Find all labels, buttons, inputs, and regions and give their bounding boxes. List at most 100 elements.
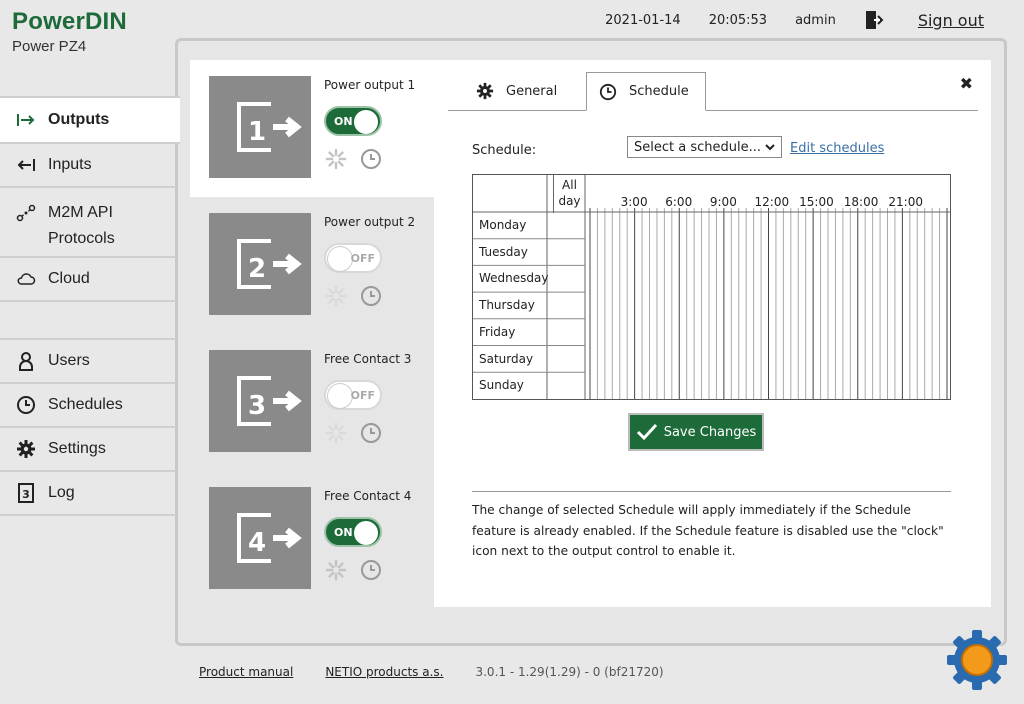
network-nodes-icon <box>16 203 36 223</box>
sidebar-item-outputs[interactable]: Outputs <box>0 96 180 144</box>
device-model: Power PZ4 <box>12 38 87 55</box>
day-label: Sunday <box>479 378 524 393</box>
output-3-graphic: 3 <box>209 350 311 452</box>
svg-text:3: 3 <box>22 488 30 501</box>
schedule-clock-icon[interactable] <box>360 422 382 448</box>
checkmark-icon <box>636 423 657 441</box>
schedule-clock-icon[interactable] <box>360 148 382 174</box>
output-name: Power output 2 <box>324 215 416 229</box>
toggle-state: OFF <box>350 252 375 265</box>
output-number: 2 <box>248 254 266 284</box>
output-item-3[interactable]: 3 Free Contact 3 OFF <box>190 334 435 471</box>
company-link[interactable]: NETIO products a.s. <box>325 665 443 679</box>
spinner-icon[interactable] <box>325 422 347 448</box>
date-display: 2021-01-14 <box>605 12 681 28</box>
time-display: 20:05:53 <box>708 12 768 28</box>
sidebar-item-label: Log <box>48 484 75 501</box>
toggle-state: OFF <box>350 389 375 402</box>
sidebar-item-cloud[interactable]: Cloud <box>0 258 176 302</box>
close-icon[interactable]: ✖ <box>960 74 973 93</box>
output-1-graphic: 1 <box>209 76 311 178</box>
schedule-clock-icon[interactable] <box>360 559 382 585</box>
version-text: 3.0.1 - 1.29(1.29) - 0 (bf21720) <box>475 665 664 679</box>
spinner-icon[interactable] <box>325 148 347 174</box>
output-list: 1 Power output 1 ON 2 Power output 2 OFF… <box>190 60 435 608</box>
sidebar-nav: Outputs Inputs M2M API Protocols Cloud U… <box>0 96 180 516</box>
clock-icon <box>16 395 36 415</box>
input-arrow-icon <box>16 155 36 175</box>
save-label: Save Changes <box>663 424 757 440</box>
nav-divider <box>0 302 176 340</box>
output-item-2[interactable]: 2 Power output 2 OFF <box>190 197 435 334</box>
spinner-icon[interactable] <box>325 285 347 311</box>
hour-label: 3:00 <box>620 195 648 209</box>
toggle-knob <box>327 246 353 272</box>
tab-bar: General Schedule <box>448 72 978 111</box>
output-4-toggle[interactable]: ON <box>324 517 382 547</box>
schedule-clock-icon[interactable] <box>360 285 382 311</box>
sidebar-item-log[interactable]: 3 Log <box>0 472 176 516</box>
schedule-grid: All day 3:00 6:00 9:00 12:00 15:00 18:00 21:00… <box>472 174 951 400</box>
sidebar-item-label: Outputs <box>48 111 110 128</box>
brand: PowerDIN Power PZ4 <box>12 8 127 55</box>
schedule-select-value: Select a schedule... <box>634 139 761 155</box>
output-3-toggle[interactable]: OFF <box>324 380 382 410</box>
day-label: Monday <box>479 218 527 232</box>
footer: Product manual NETIO products a.s. 3.0.1… <box>199 665 664 679</box>
user-name: admin <box>795 12 836 28</box>
toggle-knob <box>354 110 378 134</box>
sidebar-item-m2m-api[interactable]: M2M API Protocols <box>0 188 176 258</box>
output-1-toggle[interactable]: ON <box>324 106 382 136</box>
spinner-icon[interactable] <box>325 559 347 585</box>
schedule-note: The change of selected Schedule will app… <box>472 503 944 558</box>
tab-schedule[interactable]: Schedule <box>586 72 706 111</box>
hour-label: 9:00 <box>709 195 737 209</box>
sidebar-item-settings[interactable]: Settings <box>0 428 176 472</box>
toggle-state: ON <box>334 526 353 539</box>
sidebar-item-schedules[interactable]: Schedules <box>0 384 176 428</box>
toggle-state: ON <box>334 115 353 128</box>
log-document-icon: 3 <box>16 483 36 503</box>
output-item-4[interactable]: 4 Free Contact 4 ON <box>190 471 435 608</box>
cloud-icon <box>16 269 36 289</box>
output-number: 3 <box>248 391 266 421</box>
user-icon <box>16 351 36 371</box>
output-name: Free Contact 3 <box>324 352 412 366</box>
save-changes-button[interactable]: Save Changes <box>628 413 764 451</box>
hour-label: 21:00 <box>888 195 923 209</box>
divider <box>472 491 951 492</box>
chevron-down-icon <box>765 144 775 151</box>
hour-label: 12:00 <box>754 195 790 209</box>
tab-general[interactable]: General <box>464 72 569 110</box>
sign-out-icon <box>865 11 884 29</box>
sidebar-item-label: Users <box>48 352 90 369</box>
output-2-toggle[interactable]: OFF <box>324 243 382 273</box>
day-label: Tuesday <box>479 244 528 259</box>
settings-gear-icon[interactable] <box>945 628 1009 696</box>
product-manual-link[interactable]: Product manual <box>199 665 293 679</box>
day-label: Saturday <box>479 351 534 366</box>
gear-icon <box>476 82 494 100</box>
tab-label: General <box>506 83 558 99</box>
output-name: Power output 1 <box>324 78 416 92</box>
day-label: Thursday <box>479 298 535 313</box>
hour-label: 18:00 <box>843 195 879 209</box>
output-4-graphic: 4 <box>209 487 311 589</box>
brand-title: PowerDIN <box>12 8 127 35</box>
tab-label: Schedule <box>629 84 689 99</box>
sidebar-item-inputs[interactable]: Inputs <box>0 144 176 188</box>
sidebar-item-label: Inputs <box>48 156 92 173</box>
output-name: Free Contact 4 <box>324 489 412 503</box>
sign-out-label: Sign out <box>917 10 984 30</box>
output-arrow-icon <box>16 110 36 130</box>
hour-label: 15:00 <box>799 195 834 209</box>
output-item-1[interactable]: 1 Power output 1 ON <box>190 60 435 197</box>
sign-out-link[interactable]: Sign out <box>864 10 984 30</box>
clock-icon <box>599 83 617 100</box>
top-bar: 2021-01-14 20:05:53 admin Sign out <box>577 10 984 30</box>
sidebar-item-users[interactable]: Users <box>0 340 176 384</box>
schedule-select[interactable]: Select a schedule... <box>627 136 782 158</box>
edit-schedules-link[interactable]: Edit schedules <box>790 141 884 156</box>
schedule-label: Schedule: <box>472 143 537 158</box>
day-label: Friday <box>479 324 516 339</box>
